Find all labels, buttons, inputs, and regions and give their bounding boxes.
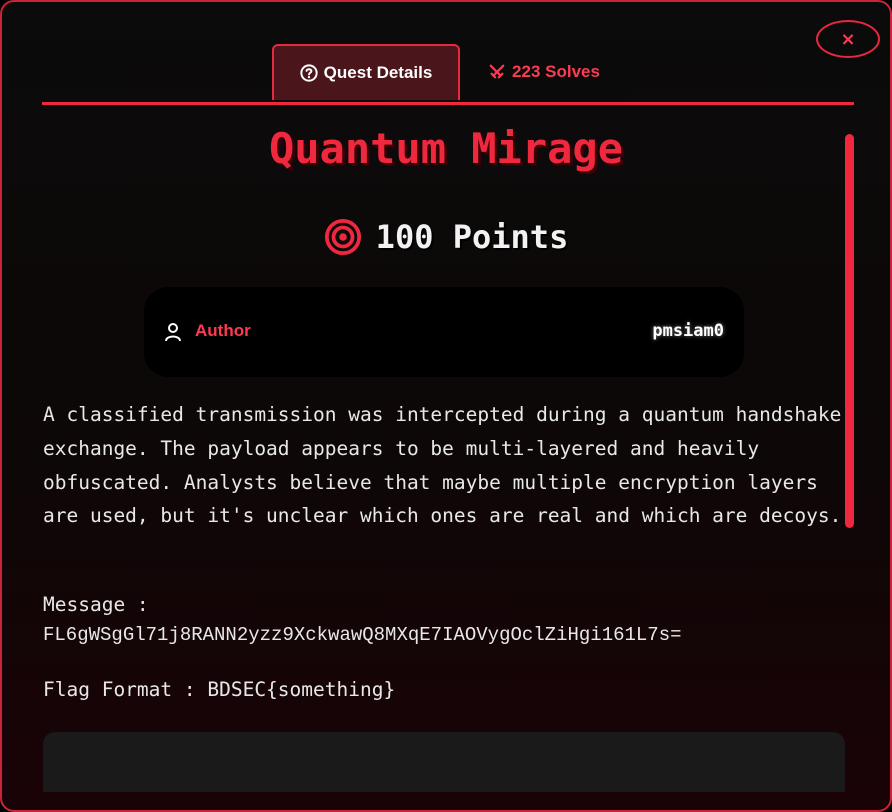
- target-icon: [324, 218, 361, 256]
- question-circle-icon: [300, 64, 318, 82]
- flag-input-area[interactable]: [43, 732, 845, 792]
- challenge-description: A classified transmission was intercepte…: [43, 403, 842, 528]
- message-block: Message : FL6gWSgGl71j8RANN2yzz9XckwawQ8…: [43, 589, 853, 651]
- message-label: Message :: [43, 593, 149, 616]
- tab-quest-details[interactable]: Quest Details: [272, 44, 460, 100]
- tab-label: Quest Details: [323, 63, 433, 82]
- close-button[interactable]: ×: [816, 20, 880, 58]
- author-card: Author pmsiam0: [144, 287, 744, 377]
- tab-solves[interactable]: 223 Solves: [462, 44, 626, 100]
- points-value: 100 Points: [375, 218, 569, 256]
- author-label: Author: [195, 321, 251, 340]
- tab-underline: [42, 102, 854, 105]
- challenge-modal: × Quest Details 223 Solves Quantum Mirag…: [0, 0, 892, 812]
- tab-label: 223 Solves: [512, 62, 600, 81]
- message-value: FL6gWSgGl71j8RANN2yzz9XckwawQ8MXqE7IAOVy…: [43, 624, 682, 646]
- author-value: pmsiam0: [652, 321, 724, 341]
- points-row: 100 Points: [2, 218, 890, 256]
- user-icon: [165, 323, 181, 342]
- tab-bar: Quest Details 223 Solves: [272, 44, 626, 100]
- crossed-swords-icon: [489, 64, 505, 79]
- close-icon: ×: [840, 28, 856, 50]
- flag-format: Flag Format : BDSEC{something}: [43, 678, 396, 701]
- challenge-title: Quantum Mirage: [268, 124, 623, 173]
